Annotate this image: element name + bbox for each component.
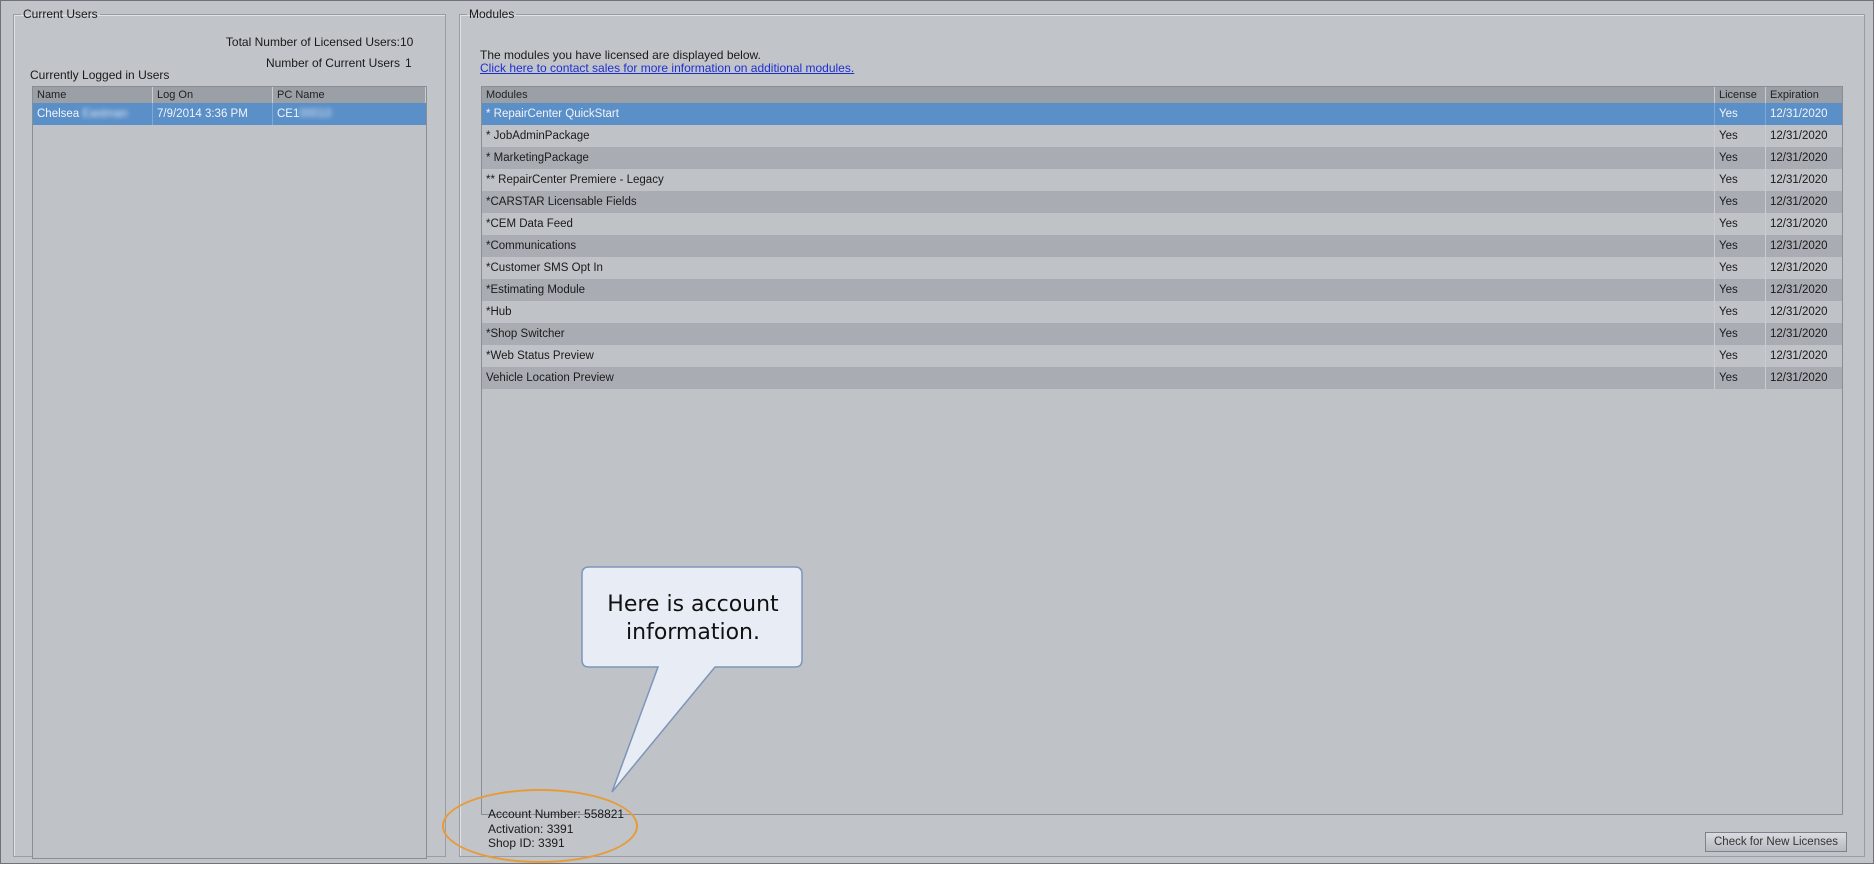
current-count-value: 1	[405, 56, 412, 70]
user-pc-prefix: CE1	[277, 108, 300, 120]
module-license-cell: Yes	[1715, 169, 1766, 191]
module-license-cell: Yes	[1715, 323, 1766, 345]
account-number: Account Number: 558821	[488, 807, 625, 821]
current-users-legend: Current Users	[23, 7, 98, 21]
module-name-cell: * MarketingPackage	[482, 147, 1715, 169]
module-row[interactable]: *Web Status Preview Yes 12/31/2020	[482, 345, 1842, 367]
col-header-log-on[interactable]: Log On	[153, 87, 273, 103]
module-row[interactable]: *CARSTAR Licensable Fields Yes 12/31/2020	[482, 191, 1842, 213]
module-expiration-cell: 12/31/2020	[1770, 174, 1828, 186]
shop-id: Shop ID: 3391	[488, 836, 565, 850]
module-license-cell: Yes	[1715, 147, 1766, 169]
module-row[interactable]: *Estimating Module Yes 12/31/2020	[482, 279, 1842, 301]
col-header-modules[interactable]: Modules	[482, 87, 1715, 103]
module-expiration-cell: 12/31/2020	[1770, 262, 1828, 274]
module-license-cell: Yes	[1715, 191, 1766, 213]
callout-line-1: Here is account	[607, 592, 779, 617]
module-name-cell: *Communications	[482, 235, 1715, 257]
module-license-cell: Yes	[1715, 367, 1766, 389]
module-name-cell: *Customer SMS Opt In	[482, 257, 1715, 279]
module-expiration-cell: 12/31/2020	[1770, 328, 1828, 340]
module-expiration-cell: 12/31/2020	[1770, 306, 1828, 318]
module-name-cell: *Estimating Module	[482, 279, 1715, 301]
contact-sales-link[interactable]: Click here to contact sales for more inf…	[480, 61, 854, 75]
module-row[interactable]: * MarketingPackage Yes 12/31/2020	[482, 147, 1842, 169]
module-name-cell: Vehicle Location Preview	[482, 367, 1715, 389]
module-expiration-cell: 12/31/2020	[1770, 372, 1828, 384]
module-expiration-cell: 12/31/2020	[1770, 196, 1828, 208]
account-info: Account Number: 558821 Activation: 3391 …	[488, 807, 624, 851]
module-name-cell: *Hub	[482, 301, 1715, 323]
module-row[interactable]: *Shop Switcher Yes 12/31/2020	[482, 323, 1842, 345]
module-name-cell: ** RepairCenter Premiere - Legacy	[482, 169, 1715, 191]
current-users-group: Current Users Total Number of Licensed U…	[13, 7, 446, 859]
module-row[interactable]: *Customer SMS Opt In Yes 12/31/2020	[482, 257, 1842, 279]
callout-text: Here is account information.	[583, 591, 803, 647]
module-expiration-cell: 12/31/2020	[1770, 350, 1828, 362]
users-grid[interactable]: Name Log On PC Name Chelsea Eastman 7/9/…	[32, 86, 427, 859]
module-name-cell: *Web Status Preview	[482, 345, 1715, 367]
module-license-cell: Yes	[1715, 213, 1766, 235]
license-window: Current Users Total Number of Licensed U…	[0, 0, 1874, 864]
user-name-cell: Chelsea Eastman	[33, 103, 153, 125]
user-pc-suffix-redacted: 00010	[299, 108, 332, 120]
module-expiration-cell: 12/31/2020	[1770, 152, 1828, 164]
module-license-cell: Yes	[1715, 103, 1766, 125]
activation: Activation: 3391	[488, 821, 574, 836]
module-name-cell: *CARSTAR Licensable Fields	[482, 191, 1715, 213]
module-license-cell: Yes	[1715, 301, 1766, 323]
modules-group: Modules The modules you have licensed ar…	[459, 7, 1865, 857]
modules-grid-header: Modules License Expiration	[482, 87, 1842, 103]
user-row[interactable]: Chelsea Eastman 7/9/2014 3:36 PM CE10001…	[33, 103, 426, 125]
module-expiration-cell: 12/31/2020	[1770, 130, 1828, 142]
module-name-cell: * RepairCenter QuickStart	[482, 103, 1715, 125]
module-expiration-cell: 12/31/2020	[1770, 284, 1828, 296]
col-header-pc-name[interactable]: PC Name	[273, 87, 426, 103]
users-grid-header: Name Log On PC Name	[33, 87, 426, 103]
module-row[interactable]: * JobAdminPackage Yes 12/31/2020	[482, 125, 1842, 147]
module-license-cell: Yes	[1715, 125, 1766, 147]
logged-in-label: Currently Logged in Users	[30, 68, 170, 82]
module-name-cell: *Shop Switcher	[482, 323, 1715, 345]
module-row[interactable]: ** RepairCenter Premiere - Legacy Yes 12/3…	[482, 169, 1842, 191]
col-header-name[interactable]: Name	[33, 87, 153, 103]
current-count-label: Number of Current Users	[265, 56, 400, 70]
module-row[interactable]: Vehicle Location Preview Yes 12/31/2020	[482, 367, 1842, 389]
callout-line-2: information.	[626, 620, 760, 645]
module-name-cell: * JobAdminPackage	[482, 125, 1715, 147]
module-name-cell: *CEM Data Feed	[482, 213, 1715, 235]
module-expiration-cell: 12/31/2020	[1770, 218, 1828, 230]
module-expiration-cell: 12/31/2020	[1770, 240, 1828, 252]
check-new-licenses-button[interactable]: Check for New Licenses	[1705, 832, 1847, 852]
module-row[interactable]: *Communications Yes 12/31/2020	[482, 235, 1842, 257]
modules-intro: The modules you have licensed are displa…	[480, 48, 761, 62]
total-licensed-value: 10	[400, 35, 414, 49]
user-last-name-redacted: Eastman	[82, 108, 128, 120]
module-license-cell: Yes	[1715, 279, 1766, 301]
module-expiration-cell: 12/31/2020	[1770, 108, 1828, 120]
module-license-cell: Yes	[1715, 345, 1766, 367]
module-license-cell: Yes	[1715, 235, 1766, 257]
col-header-expiration[interactable]: Expiration	[1766, 87, 1842, 103]
module-rows: * RepairCenter QuickStart Yes 12/31/2020 * …	[482, 103, 1842, 389]
total-licensed-label: Total Number of Licensed Users:	[225, 35, 400, 49]
col-header-license[interactable]: License	[1715, 87, 1766, 103]
user-first-name: Chelsea	[37, 108, 80, 120]
module-license-cell: Yes	[1715, 257, 1766, 279]
module-row[interactable]: *Hub Yes 12/31/2020	[482, 301, 1842, 323]
modules-legend: Modules	[469, 7, 515, 21]
modules-grid[interactable]: Modules License Expiration * RepairCente…	[481, 86, 1843, 815]
user-logon-cell: 7/9/2014 3:36 PM	[153, 103, 273, 125]
user-pc-cell: CE100010	[273, 103, 426, 125]
module-row[interactable]: *CEM Data Feed Yes 12/31/2020	[482, 213, 1842, 235]
module-row[interactable]: * RepairCenter QuickStart Yes 12/31/2020	[482, 103, 1842, 125]
